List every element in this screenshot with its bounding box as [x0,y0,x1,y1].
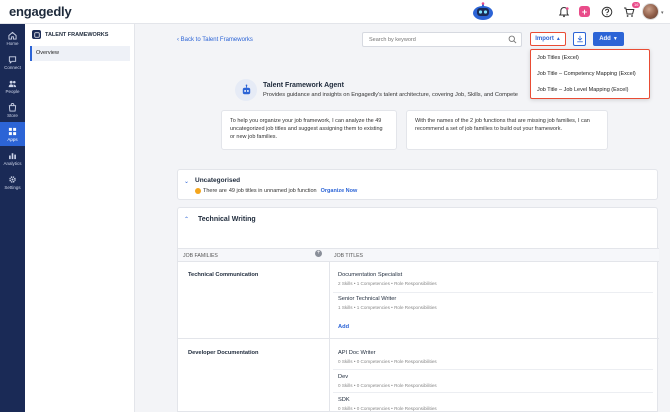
divider [333,392,653,393]
add-family-icon[interactable]: + [315,250,322,257]
mascot-robot-icon [472,2,494,22]
import-dropdown-menu: Job Titles (Excel) Job Title – Competenc… [530,49,650,99]
organize-now-link[interactable]: Organize Now [321,188,358,194]
job-title-name: SDK [338,397,350,403]
job-title-meta: 0 Skills • 0 Competencies • Role Respons… [338,406,437,411]
chevron-up-icon[interactable]: ⌃ [184,216,189,223]
avatar[interactable] [642,3,659,20]
job-family-name[interactable]: Developer Documentation [188,350,258,356]
agent-suggestion-card-1[interactable]: To help you organize your job framework,… [221,110,397,150]
settings-icon [9,175,16,183]
divider [333,369,653,370]
import-option-competency-mapping[interactable]: Job Title – Competency Mapping (Excel) [531,66,649,82]
subnav-header: TALENT FRAMEWORKS [32,30,108,39]
uncategorised-prefix: There are [203,188,227,194]
rail-item-people[interactable]: People [0,74,25,98]
column-divider [329,262,330,412]
column-header-job-titles: JOB TITLES [329,248,659,262]
rail-item-connect[interactable]: Connect [0,50,25,74]
search-icon[interactable] [508,35,517,44]
agent-title: Talent Framework Agent [263,82,344,89]
home-icon [8,31,17,40]
rail-item-store[interactable]: Store [0,98,25,122]
job-function-title: Technical Writing [198,216,256,223]
rail-item-analytics[interactable]: Analytics [0,146,25,170]
back-link-label: Back to Talent Frameworks [180,37,253,43]
app-logo[interactable]: engagedly [9,4,72,19]
subnav-item-overview[interactable]: Overview [30,46,130,61]
top-bar: engagedly + 16 ▾ [0,0,670,24]
avatar-caret-icon[interactable]: ▾ [661,10,664,16]
add-button[interactable]: Add ▼ [593,32,624,46]
job-title-item[interactable]: Senior Technical Writer 1 Skills • 1 Com… [338,296,648,310]
suggestion-text: To help you organize your job framework,… [230,118,383,140]
search-input[interactable] [363,33,503,46]
add-job-title-link[interactable]: Add [338,324,349,330]
rail-label: Analytics [3,160,22,166]
job-title-name: Documentation Specialist [338,272,403,278]
rail-item-apps[interactable]: Apps [0,122,25,146]
rail-label: People [5,88,20,94]
subnav-title: TALENT FRAMEWORKS [45,31,109,38]
chevron-down-icon[interactable]: ⌄ [184,178,189,185]
suggestion-text: With the names of the 2 job functions th… [415,118,590,132]
uncategorised-title: Uncategorised [195,177,241,184]
rail-item-home[interactable]: Home [0,26,25,50]
job-title-name: Senior Technical Writer [338,296,397,302]
job-function-section: ⌃ Technical Writing JOB FAMILIES + JOB T… [177,207,659,412]
bell-icon[interactable] [557,5,571,19]
import-option-job-titles[interactable]: Job Titles (Excel) [531,50,649,66]
rail-item-settings[interactable]: Settings [0,170,25,194]
people-icon [8,80,17,87]
secondary-sidebar: TALENT FRAMEWORKS Overview [25,24,135,412]
uncategorised-count: 49 job titles in unnamed job function [228,188,317,194]
caret-down-icon: ▼ [612,36,618,42]
job-title-meta: 0 Skills • 0 Competencies • Role Respons… [338,383,437,388]
import-button[interactable]: Import ▲ [530,32,566,46]
analytics-icon [9,152,16,159]
search-box [362,32,522,47]
apps-icon [8,127,17,135]
warning-icon [195,188,201,194]
rail-label: Connect [4,64,21,70]
job-title-item[interactable]: API Doc Writer 0 Skills • 0 Competencies… [338,350,648,364]
divider [333,292,653,293]
column-header-job-families: JOB FAMILIES [178,248,329,262]
divider [178,338,659,339]
add-label: Add [599,36,611,42]
rail-label: Store [7,112,18,118]
download-button[interactable] [573,32,586,46]
job-title-meta: 1 Skills • 1 Competencies • Role Respons… [338,305,437,310]
back-link[interactable]: ‹ Back to Talent Frameworks [177,37,253,43]
rail-label: Apps [7,136,18,142]
chat-icon [8,55,17,64]
notification-badge: 16 [632,2,641,8]
job-title-item[interactable]: SDK 0 Skills • 0 Competencies • Role Res… [338,397,648,411]
uncategorised-section: ⌄ Uncategorised There are 49 job titles … [177,169,658,200]
uncategorised-info: There are 49 job titles in unnamed job f… [195,188,357,194]
job-title-name: API Doc Writer [338,350,376,356]
job-title-item[interactable]: Documentation Specialist 2 Skills • 1 Co… [338,272,648,286]
store-icon [8,102,17,112]
import-option-job-level-mapping[interactable]: Job Title – Job Level Mapping (Excel) [531,82,649,98]
plus-square-icon[interactable]: + [579,6,590,17]
rail-label: Settings [4,184,21,190]
rail-label: Home [6,40,19,46]
job-title-item[interactable]: Dev 0 Skills • 0 Competencies • Role Res… [338,374,648,388]
job-title-name: Dev [338,374,349,380]
agent-suggestion-card-2[interactable]: With the names of the 2 job functions th… [406,110,608,150]
agent-subtitle: Provides guidance and insights on Engage… [263,92,518,98]
help-icon[interactable] [600,5,614,19]
job-title-meta: 0 Skills • 0 Competencies • Role Respons… [338,359,437,364]
job-family-name[interactable]: Technical Communication [188,272,258,278]
left-rail: Home Connect People Store Apps Analytics… [0,24,25,412]
download-icon [576,35,583,43]
talent-frameworks-icon [32,30,41,39]
job-title-meta: 2 Skills • 1 Competencies • Role Respons… [338,281,437,286]
agent-robot-icon [235,79,257,101]
caret-up-icon: ▲ [555,36,561,42]
import-label: Import [535,36,554,42]
